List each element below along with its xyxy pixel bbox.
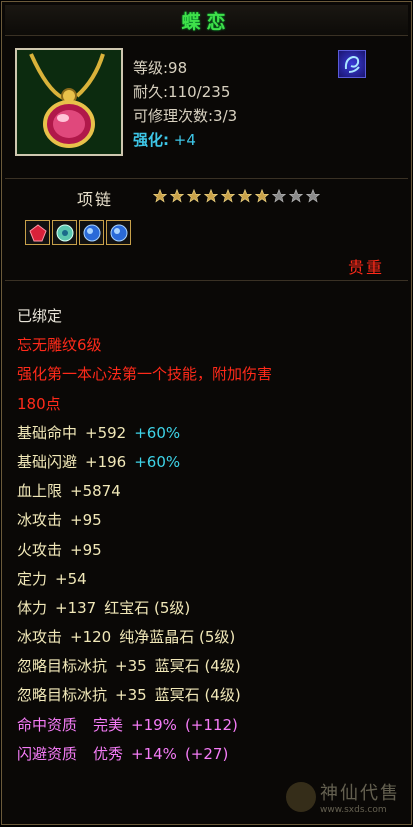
stat-label: 体力 — [17, 598, 48, 617]
title-bar: 蝶恋 — [5, 5, 408, 36]
stat-value: +35 — [115, 657, 147, 676]
stat-value: +592 — [85, 423, 127, 442]
watermark-url: www.sxds.com — [320, 805, 387, 815]
star-filled-icon — [153, 189, 167, 203]
item-level: 等级:98 — [133, 59, 188, 77]
aptitude-label: 闪避资质 — [17, 744, 78, 763]
star-empty-icon — [272, 189, 286, 203]
gem-slots — [25, 220, 131, 245]
stat-label: 忽略目标冰抗 — [17, 686, 108, 705]
star-empty-icon — [306, 189, 320, 203]
stat-row: 基础命中 +592 +60% — [17, 419, 272, 448]
stat-row: 冰攻击 +95 — [17, 506, 272, 535]
aptitude-extra: (+112) — [184, 715, 238, 734]
gem-name: 蓝冥石 (4级) — [154, 686, 241, 705]
aptitude-row: 命中资质 完美 +19% (+112) — [17, 711, 272, 740]
star-filled-icon — [204, 189, 218, 203]
star-filled-icon — [238, 189, 252, 203]
skill-name: 忘无雕纹6级 — [17, 336, 102, 355]
stat-label: 定力 — [17, 569, 48, 588]
upgrade-value: +4 — [173, 131, 196, 149]
stat-row: 定力 +54 — [17, 565, 272, 594]
item-details: 已绑定 忘无雕纹6级 强化第一本心法第一个技能，附加伤害 180点 基础命中 +5… — [5, 284, 408, 821]
gem-name: 纯净蓝晶石 (5级) — [119, 628, 236, 647]
stat-bonus: +60% — [134, 423, 181, 442]
stat-value: +95 — [70, 511, 102, 530]
skill-desc: 强化第一本心法第一个技能，附加伤害 — [17, 365, 273, 384]
item-meta: 项链 贵重 — [5, 180, 408, 281]
stat-row: 血上限 +5874 — [17, 477, 272, 506]
watermark: 神仙代售 www.sxds.com — [286, 779, 400, 815]
stat-bonus: +60% — [134, 452, 181, 471]
stat-value: +5874 — [70, 482, 121, 501]
item-repairs: 可修理次数:3/3 — [133, 107, 238, 125]
star-empty-icon — [289, 189, 303, 203]
blue-gem-icon — [106, 220, 131, 245]
aptitude-grade: 完美 — [93, 715, 124, 734]
gem-stat-row: 冰攻击 +120 纯净蓝晶石 (5级) — [17, 623, 272, 652]
stat-label: 冰攻击 — [17, 511, 63, 530]
gem-name: 红宝石 (5级) — [104, 598, 191, 617]
gem-stat-row: 忽略目标冰抗 +35 蓝冥石 (4级) — [17, 652, 272, 681]
item-stats: 等级:98 耐久:110/235 可修理次数:3/3 强化: +4 — [133, 56, 237, 152]
green-gem-icon — [52, 220, 77, 245]
red-gem-icon — [25, 220, 50, 245]
star-rating — [153, 189, 320, 203]
rarity-label: 贵重 — [347, 258, 384, 277]
stat-label: 基础命中 — [17, 423, 78, 442]
watermark-text: 神仙代售 — [320, 783, 400, 804]
stat-label: 火攻击 — [17, 540, 63, 559]
aptitude-extra: (+27) — [184, 744, 229, 763]
stat-value: +95 — [70, 540, 102, 559]
stat-value: +196 — [85, 452, 127, 471]
stat-label: 冰攻击 — [17, 628, 63, 647]
aptitude-percent: +19% — [131, 715, 177, 734]
stat-value: +120 — [70, 628, 112, 647]
aptitude-grade: 优秀 — [93, 744, 124, 763]
item-durability: 耐久:110/235 — [133, 83, 231, 101]
stat-label: 血上限 — [17, 482, 63, 501]
star-filled-icon — [170, 189, 184, 203]
necklace-icon — [15, 48, 123, 156]
gem-stat-row: 忽略目标冰抗 +35 蓝冥石 (4级) — [17, 681, 272, 710]
item-upgrade: 强化: +4 — [133, 128, 237, 152]
star-filled-icon — [187, 189, 201, 203]
item-header: 等级:98 耐久:110/235 可修理次数:3/3 强化: +4 — [5, 38, 408, 179]
gem-stat-row: 体力 +137 红宝石 (5级) — [17, 594, 272, 623]
quality-icon — [338, 50, 366, 78]
upgrade-label: 强化: — [133, 131, 169, 149]
star-filled-icon — [221, 189, 235, 203]
stat-label: 基础闪避 — [17, 452, 78, 471]
gem-name: 蓝冥石 (4级) — [154, 657, 241, 676]
stat-row: 火攻击 +95 — [17, 536, 272, 565]
stat-value: +54 — [55, 569, 87, 588]
star-filled-icon — [255, 189, 269, 203]
stat-label: 忽略目标冰抗 — [17, 657, 108, 676]
stat-value: +137 — [55, 598, 97, 617]
bound-status: 已绑定 — [17, 307, 63, 325]
skill-desc-2: 180点 — [17, 394, 61, 413]
aptitude-row: 闪避资质 优秀 +14% (+27) — [17, 740, 272, 769]
item-name: 蝶恋 — [181, 10, 232, 33]
item-tooltip: 蝶恋 等级:98 耐久:110/235 可修理次数:3/3 强化: +4 项链 … — [1, 1, 412, 825]
aptitude-percent: +14% — [131, 744, 177, 763]
blue-gem-icon — [79, 220, 104, 245]
item-type: 项链 — [77, 190, 114, 209]
stat-value: +35 — [115, 686, 147, 705]
aptitude-label: 命中资质 — [17, 715, 78, 734]
stat-row: 基础闪避 +196 +60% — [17, 448, 272, 477]
watermark-logo-icon — [286, 782, 316, 812]
